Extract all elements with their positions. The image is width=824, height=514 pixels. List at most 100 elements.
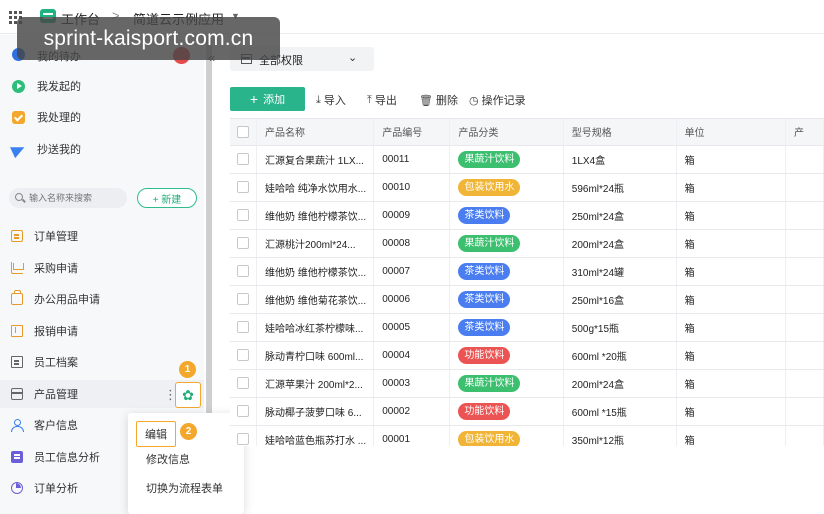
cell-overflow[interactable]	[785, 201, 824, 230]
new-button[interactable]: + 新建	[137, 188, 197, 208]
row-checkbox-cell[interactable]	[230, 313, 257, 342]
cell-overflow[interactable]	[785, 285, 824, 314]
cell-overflow[interactable]	[785, 397, 824, 426]
sidebar-item-purchase[interactable]: 采购申请	[0, 254, 204, 282]
cell-product-category[interactable]: 茶类饮料	[449, 257, 564, 286]
row-checkbox-cell[interactable]	[230, 397, 257, 426]
cell-spec[interactable]: 350ml*12瓶	[563, 425, 677, 446]
table-row[interactable]: 汇源桃汁200ml*24... 00008 果蔬汁饮料 200ml*24盒箱	[230, 229, 824, 258]
export-button[interactable]: ⤒ 导出	[367, 92, 397, 108]
row-checkbox-cell[interactable]	[230, 229, 257, 258]
row-checkbox[interactable]	[237, 209, 249, 221]
cell-product-category[interactable]: 果蔬汁饮料	[449, 369, 564, 398]
cell-unit[interactable]: 箱	[676, 257, 786, 286]
cell-product-category[interactable]: 功能饮料	[449, 397, 564, 426]
column-header[interactable]: 单位	[676, 119, 786, 146]
cell-unit[interactable]: 箱	[676, 313, 786, 342]
table-row[interactable]: 娃哈哈蓝色瓶苏打水 ... 00001 包装饮用水 350ml*12瓶箱	[230, 425, 824, 446]
cell-product-category[interactable]: 包装饮用水	[449, 425, 564, 446]
cell-product-code[interactable]: 00002	[373, 397, 451, 426]
cell-overflow[interactable]	[785, 145, 824, 174]
cell-overflow[interactable]	[785, 341, 824, 370]
table-row[interactable]: 汇源复合果蔬汁 1LX... 00011 果蔬汁饮料 1LX4盒箱	[230, 145, 824, 174]
column-header[interactable]: 产品编号	[373, 119, 451, 146]
row-checkbox-cell[interactable]	[230, 341, 257, 370]
menu-item-switch-flow-form[interactable]: 切换为流程表单	[146, 480, 223, 496]
cell-product-name[interactable]: 脉动青柠口味 600ml...	[256, 341, 375, 370]
cell-product-code[interactable]: 00004	[373, 341, 451, 370]
table-row[interactable]: 汇源苹果汁 200ml*2... 00003 果蔬汁饮料 200ml*24盒箱	[230, 369, 824, 398]
cell-product-name[interactable]: 脉动椰子菠萝口味 6...	[256, 397, 375, 426]
table-row[interactable]: 维他奶 维他菊花茶饮... 00006 茶类饮料 250ml*16盒箱	[230, 285, 824, 314]
select-all-checkbox-cell[interactable]	[230, 119, 257, 146]
row-checkbox[interactable]	[237, 265, 249, 277]
cell-spec[interactable]: 600ml *20瓶	[563, 341, 677, 370]
column-header[interactable]: 产品名称	[256, 119, 375, 146]
cell-spec[interactable]: 200ml*24盒	[563, 229, 677, 258]
cell-overflow[interactable]	[785, 369, 824, 398]
table-row[interactable]: 维他奶 维他柠檬茶饮... 00007 茶类饮料 310ml*24罐箱	[230, 257, 824, 286]
row-checkbox-cell[interactable]	[230, 257, 257, 286]
cell-product-name[interactable]: 汇源复合果蔬汁 1LX...	[256, 145, 375, 174]
cell-product-name[interactable]: 汇源桃汁200ml*24...	[256, 229, 375, 258]
select-all-checkbox[interactable]	[237, 125, 249, 138]
row-checkbox-cell[interactable]	[230, 145, 257, 174]
row-checkbox-cell[interactable]	[230, 201, 257, 230]
sidebar-item-processed[interactable]: 我处理的	[12, 107, 81, 127]
sidebar-item-office-supplies[interactable]: 办公用品申请	[0, 285, 204, 313]
cell-spec[interactable]: 600ml *15瓶	[563, 397, 677, 426]
cell-spec[interactable]: 500g*15瓶	[563, 313, 677, 342]
table-row[interactable]: 娃哈哈冰红茶柠檬味... 00005 茶类饮料 500g*15瓶箱	[230, 313, 824, 342]
sidebar-item-cc[interactable]: 抄送我的	[12, 139, 81, 159]
row-checkbox-cell[interactable]	[230, 425, 257, 446]
cell-product-category[interactable]: 包装饮用水	[449, 173, 564, 202]
delete-button[interactable]: 🗑 删除	[419, 92, 458, 108]
cell-unit[interactable]: 箱	[676, 173, 786, 202]
cell-product-category[interactable]: 茶类饮料	[449, 201, 564, 230]
column-header[interactable]: 型号规格	[563, 119, 677, 146]
item-settings-button[interactable]: ✿	[175, 382, 201, 408]
cell-product-code[interactable]: 00008	[373, 229, 451, 258]
cell-product-code[interactable]: 00009	[373, 201, 451, 230]
sidebar-item-orders[interactable]: 订单管理	[0, 222, 204, 250]
row-checkbox[interactable]	[237, 153, 249, 165]
cell-unit[interactable]: 箱	[676, 341, 786, 370]
cell-product-code[interactable]: 00007	[373, 257, 451, 286]
cell-unit[interactable]: 箱	[676, 425, 786, 446]
row-checkbox-cell[interactable]	[230, 369, 257, 398]
cell-product-name[interactable]: 汇源苹果汁 200ml*2...	[256, 369, 375, 398]
cell-product-code[interactable]: 00003	[373, 369, 451, 398]
sidebar-search-input[interactable]	[9, 188, 127, 208]
column-header[interactable]: 产	[785, 119, 824, 146]
cell-spec[interactable]: 1LX4盒	[563, 145, 677, 174]
cell-spec[interactable]: 200ml*24盒	[563, 369, 677, 398]
menu-item-edit[interactable]: 编辑	[136, 421, 176, 447]
cell-product-name[interactable]: 娃哈哈蓝色瓶苏打水 ...	[256, 425, 375, 446]
cell-product-code[interactable]: 00005	[373, 313, 451, 342]
cell-product-code[interactable]: 00006	[373, 285, 451, 314]
row-checkbox[interactable]	[237, 321, 249, 333]
sidebar-item-initiated[interactable]: 我发起的	[12, 76, 81, 96]
cell-product-category[interactable]: 果蔬汁饮料	[449, 145, 564, 174]
row-checkbox[interactable]	[237, 433, 249, 445]
cell-unit[interactable]: 箱	[676, 145, 786, 174]
cell-product-name[interactable]: 娃哈哈 纯净水饮用水...	[256, 173, 375, 202]
cell-unit[interactable]: 箱	[676, 369, 786, 398]
table-row[interactable]: 脉动椰子菠萝口味 6... 00002 功能饮料 600ml *15瓶箱	[230, 397, 824, 426]
import-button[interactable]: ⤓ 导入	[316, 92, 346, 108]
cell-product-category[interactable]: 茶类饮料	[449, 313, 564, 342]
cell-overflow[interactable]	[785, 229, 824, 258]
cell-overflow[interactable]	[785, 173, 824, 202]
column-header[interactable]: 产品分类	[449, 119, 564, 146]
cell-unit[interactable]: 箱	[676, 229, 786, 258]
cell-overflow[interactable]	[785, 257, 824, 286]
cell-product-code[interactable]: 00011	[373, 145, 451, 174]
cell-spec[interactable]: 250ml*16盒	[563, 285, 677, 314]
table-row[interactable]: 脉动青柠口味 600ml... 00004 功能饮料 600ml *20瓶箱	[230, 341, 824, 370]
table-row[interactable]: 维他奶 维他柠檬茶饮... 00009 茶类饮料 250ml*24盒箱	[230, 201, 824, 230]
row-checkbox-cell[interactable]	[230, 285, 257, 314]
cell-product-name[interactable]: 维他奶 维他柠檬茶饮...	[256, 201, 375, 230]
cell-product-category[interactable]: 功能饮料	[449, 341, 564, 370]
row-checkbox[interactable]	[237, 181, 249, 193]
table-row[interactable]: 娃哈哈 纯净水饮用水... 00010 包装饮用水 596ml*24瓶箱	[230, 173, 824, 202]
